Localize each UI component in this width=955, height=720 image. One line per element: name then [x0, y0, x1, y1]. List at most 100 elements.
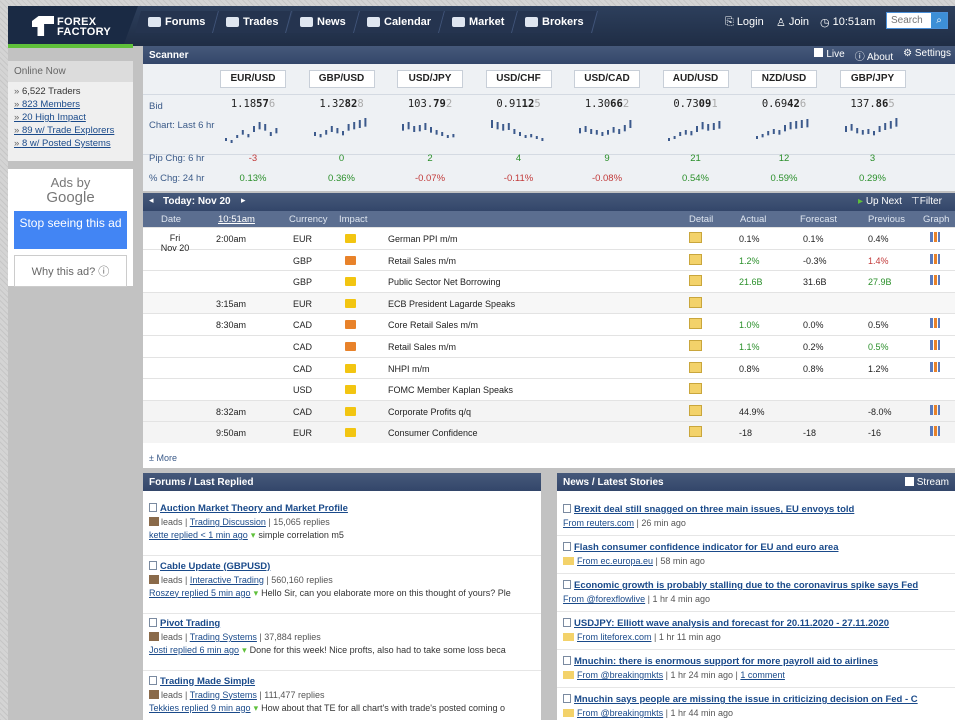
thread-title-text[interactable]: Cable Update (GBPUSD): [160, 561, 270, 572]
calendar-row[interactable]: CAD Retail Sales m/m 1.1% 0.2% 0.5%: [143, 335, 955, 357]
pair-tab[interactable]: AUD/USD: [662, 70, 729, 88]
nav-news[interactable]: News: [286, 11, 360, 33]
calendar-row[interactable]: 8:30am CAD Core Retail Sales m/m 1.0% 0.0% 0.…: [143, 313, 955, 335]
story-title[interactable]: USDJPY: Elliott wave analysis and foreca…: [563, 618, 949, 629]
reply-author[interactable]: kette replied < 1 min ago: [149, 530, 248, 540]
expand-icon[interactable]: ▾: [254, 703, 259, 713]
calendar-row[interactable]: 3:15am EUR ECB President Lagarde Speaks: [143, 291, 955, 314]
nav-market[interactable]: Market: [438, 11, 519, 33]
thread-title[interactable]: Pivot Trading: [149, 618, 535, 629]
calendar-row[interactable]: USD FOMC Member Kaplan Speaks: [143, 378, 955, 400]
detail-folder-icon[interactable]: [689, 340, 702, 351]
live-toggle[interactable]: Live: [814, 48, 845, 63]
column-header[interactable]: 10:51am: [218, 214, 255, 225]
story-title-text[interactable]: USDJPY: Elliott wave analysis and foreca…: [574, 618, 889, 629]
story-title[interactable]: Economic growth is probably stalling due…: [563, 580, 949, 591]
more-link[interactable]: ± More: [149, 453, 177, 463]
impact-low-icon[interactable]: [345, 298, 356, 308]
calendar-row[interactable]: GBP Public Sector Net Borrowing 21.6B 31.6B…: [143, 270, 955, 292]
event-name[interactable]: Public Sector Net Borrowing: [388, 277, 501, 287]
event-name[interactable]: Retail Sales m/m: [388, 342, 456, 352]
pair-tab[interactable]: GBP/JPY: [839, 70, 906, 88]
graph-icon[interactable]: [930, 253, 940, 264]
impact-medium-icon[interactable]: [345, 255, 356, 265]
reply-author[interactable]: Roszey replied 5 min ago: [149, 588, 251, 598]
impact-medium-icon[interactable]: [345, 342, 356, 351]
story-title-text[interactable]: Mnuchin says people are missing the issu…: [574, 694, 918, 705]
calendar-today[interactable]: Today: Nov 20: [163, 196, 231, 207]
event-name[interactable]: Retail Sales m/m: [388, 256, 456, 266]
calendar-row[interactable]: CAD NHPI m/m 0.8% 0.8% 1.2%: [143, 356, 955, 379]
avatar[interactable]: [149, 632, 159, 641]
impact-low-icon[interactable]: [345, 385, 356, 395]
story-title[interactable]: Flash consumer confidence indicator for …: [563, 542, 949, 553]
detail-folder-icon[interactable]: [689, 426, 702, 438]
calendar-row[interactable]: 9:50am EUR Consumer Confidence -18 -18 -16: [143, 421, 955, 443]
why-ad-button[interactable]: Why this ad? ⓘ: [14, 255, 127, 287]
calendar-row[interactable]: 8:32am CAD Corporate Profits q/q 44.9% -8.0%: [143, 399, 955, 422]
thread-category[interactable]: Interactive Trading: [190, 575, 264, 585]
thread-category[interactable]: Trading Discussion: [190, 517, 266, 527]
nav-forums[interactable]: Forums: [135, 11, 220, 33]
detail-folder-icon[interactable]: [689, 253, 702, 265]
thread-category[interactable]: Trading Systems: [190, 690, 257, 700]
graph-icon[interactable]: [930, 404, 940, 415]
pair-tab[interactable]: USD/CAD: [574, 70, 640, 88]
graph-icon[interactable]: [930, 318, 940, 329]
avatar[interactable]: [149, 574, 159, 584]
impact-low-icon[interactable]: [345, 234, 356, 243]
thread-title[interactable]: Auction Market Theory and Market Profile: [149, 503, 535, 514]
graph-icon[interactable]: [930, 275, 940, 286]
detail-folder-icon[interactable]: [689, 404, 702, 416]
expand-icon[interactable]: ▾: [254, 588, 259, 598]
online-item[interactable]: 89 w/ Trade Explorers: [8, 124, 133, 137]
graph-icon[interactable]: [930, 361, 940, 372]
join-link[interactable]: ♙ Join: [776, 11, 809, 33]
story-source[interactable]: From @forexflowlive: [563, 594, 645, 604]
pair-tab[interactable]: GBP/USD: [308, 70, 375, 88]
event-name[interactable]: NHPI m/m: [388, 364, 430, 374]
about-button[interactable]: ⓘ About: [855, 48, 893, 63]
stop-ad-button[interactable]: Stop seeing this ad: [14, 211, 127, 249]
detail-folder-icon[interactable]: [689, 383, 702, 395]
impact-low-icon[interactable]: [345, 406, 356, 416]
graph-icon[interactable]: [930, 232, 940, 242]
comment-link[interactable]: 1 comment: [740, 670, 785, 680]
avatar[interactable]: [149, 689, 159, 699]
thread-title-text[interactable]: Trading Made Simple: [160, 676, 255, 687]
nav-trades[interactable]: Trades: [213, 11, 293, 33]
story-title-text[interactable]: Flash consumer confidence indicator for …: [574, 542, 838, 553]
next-day-icon[interactable]: ▸: [241, 196, 246, 206]
event-name[interactable]: Consumer Confidence: [388, 428, 478, 438]
impact-low-icon[interactable]: [345, 277, 356, 287]
event-name[interactable]: Corporate Profits q/q: [388, 407, 471, 417]
story-title-text[interactable]: Economic growth is probably stalling due…: [574, 580, 918, 591]
graph-icon[interactable]: [930, 340, 940, 350]
story-title-text[interactable]: Mnuchin: there is enormous support for m…: [574, 656, 878, 667]
story-source[interactable]: From ec.europa.eu: [577, 556, 653, 566]
event-name[interactable]: German PPI m/m: [388, 234, 458, 244]
pair-tab[interactable]: EUR/USD: [220, 70, 286, 88]
reply-author[interactable]: Josti replied 6 min ago: [149, 645, 239, 655]
story-source[interactable]: From liteforex.com: [577, 632, 652, 642]
login-link[interactable]: ⎘ Login: [725, 11, 764, 33]
detail-folder-icon[interactable]: [689, 275, 702, 287]
reply-author[interactable]: Tekkies replied 9 min ago: [149, 703, 251, 713]
expand-icon[interactable]: ▾: [242, 645, 247, 655]
search-input[interactable]: [887, 13, 931, 28]
expand-icon[interactable]: ▾: [251, 530, 256, 540]
impact-medium-icon[interactable]: [345, 320, 356, 330]
thread-title-text[interactable]: Auction Market Theory and Market Profile: [160, 503, 348, 514]
story-title-text[interactable]: Brexit deal still snagged on three main …: [574, 504, 854, 515]
detail-folder-icon[interactable]: [689, 318, 702, 330]
story-source[interactable]: From reuters.com: [563, 518, 634, 528]
clock[interactable]: ◷ 10:51am: [820, 11, 875, 33]
calendar-row[interactable]: GBP Retail Sales m/m 1.2% -0.3% 1.4%: [143, 248, 955, 271]
event-name[interactable]: Core Retail Sales m/m: [388, 320, 478, 330]
story-title[interactable]: Mnuchin says people are missing the issu…: [563, 694, 949, 705]
graph-icon[interactable]: [930, 426, 940, 437]
story-source[interactable]: From @breakingmkts: [577, 708, 663, 718]
story-source[interactable]: From @breakingmkts: [577, 670, 663, 680]
filter-button[interactable]: ⊤Filter: [911, 196, 942, 207]
event-name[interactable]: FOMC Member Kaplan Speaks: [388, 385, 513, 395]
